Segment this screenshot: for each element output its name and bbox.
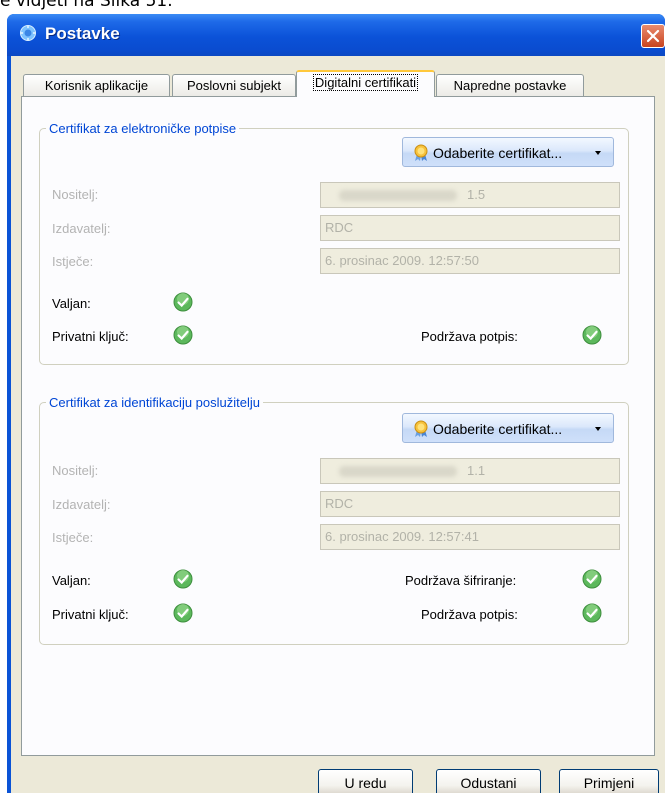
apply-button[interactable]: Primjeni	[559, 769, 659, 793]
signing-valid-label: Valjan:	[52, 296, 91, 311]
chevron-down-icon	[595, 151, 601, 155]
check-icon	[173, 569, 193, 589]
signing-group-legend: Certifikat za elektroničke potpise	[49, 121, 237, 136]
select-signing-certificate-label: Odaberite certifikat...	[433, 145, 563, 161]
certificate-icon	[414, 420, 428, 437]
tab-napredne-postavke[interactable]: Napredne postavke	[436, 74, 584, 96]
app-icon	[20, 25, 36, 41]
certificate-icon	[414, 144, 428, 161]
window-title: Postavke	[45, 24, 120, 43]
title-bar[interactable]: Postavke	[7, 14, 665, 56]
tab-korisnik-aplikacije[interactable]: Korisnik aplikacije	[23, 74, 170, 96]
tab-digitalni-certifikati[interactable]: Digitalni certifikati	[296, 70, 435, 97]
signing-expires-field: 6. prosinac 2009. 12:57:50	[320, 248, 620, 274]
close-button[interactable]	[641, 24, 665, 48]
select-identification-certificate-button[interactable]: Odaberite certifikat...	[402, 413, 614, 443]
select-signing-certificate-button[interactable]: Odaberite certifikat...	[402, 137, 614, 167]
tab-strip: Korisnik aplikacije Poslovni subjekt Dig…	[11, 56, 665, 97]
identification-expires-field: 6. prosinac 2009. 12:57:41	[320, 524, 620, 550]
identification-issuer-field: RDC	[320, 491, 620, 517]
chevron-down-icon	[595, 427, 601, 431]
identification-private-key-label: Privatni ključ:	[52, 607, 129, 622]
identification-valid-label: Valjan:	[52, 573, 91, 588]
signing-private-key-label: Privatni ključ:	[52, 329, 129, 344]
check-icon	[173, 603, 193, 623]
signing-issuer-label: Izdavatelj:	[52, 221, 111, 236]
check-icon	[582, 569, 602, 589]
check-icon	[582, 325, 602, 345]
identification-supports-encryption-label: Podržava šifriranje:	[405, 573, 517, 588]
ok-button[interactable]: U redu	[318, 769, 413, 793]
redacted-name	[339, 466, 457, 477]
signing-holder-label: Nositelj:	[52, 187, 99, 202]
check-icon	[173, 325, 193, 345]
tab-panel: Certifikat za elektroničke potpise Odabe…	[21, 96, 655, 756]
check-icon	[582, 603, 602, 623]
close-icon	[646, 29, 660, 43]
tab-poslovni-subjekt[interactable]: Poslovni subjekt	[172, 74, 296, 96]
signing-holder-field: 1.5	[320, 182, 620, 208]
redacted-name	[339, 190, 457, 201]
signing-expires-label: Istječe:	[52, 254, 94, 269]
identification-expires-label: Istječe:	[52, 530, 94, 545]
check-icon	[173, 292, 193, 312]
identification-holder-label: Nositelj:	[52, 463, 99, 478]
signing-issuer-field: RDC	[320, 215, 620, 241]
settings-dialog: Postavke Korisnik aplikacije Poslovni su…	[7, 14, 665, 793]
identification-issuer-label: Izdavatelj:	[52, 497, 111, 512]
document-caption: e vidjeti na Slika 51.	[0, 0, 173, 11]
select-identification-certificate-label: Odaberite certifikat...	[433, 421, 563, 437]
identification-holder-field: 1.1	[320, 458, 620, 484]
cancel-button[interactable]: Odustani	[436, 769, 541, 793]
dialog-body: Korisnik aplikacije Poslovni subjekt Dig…	[11, 56, 665, 793]
identification-group-legend: Certifikat za identifikaciju poslužitelj…	[49, 395, 260, 410]
signing-supports-signature-label: Podržava potpis:	[421, 329, 518, 344]
identification-supports-signature-label: Podržava potpis:	[421, 607, 518, 622]
